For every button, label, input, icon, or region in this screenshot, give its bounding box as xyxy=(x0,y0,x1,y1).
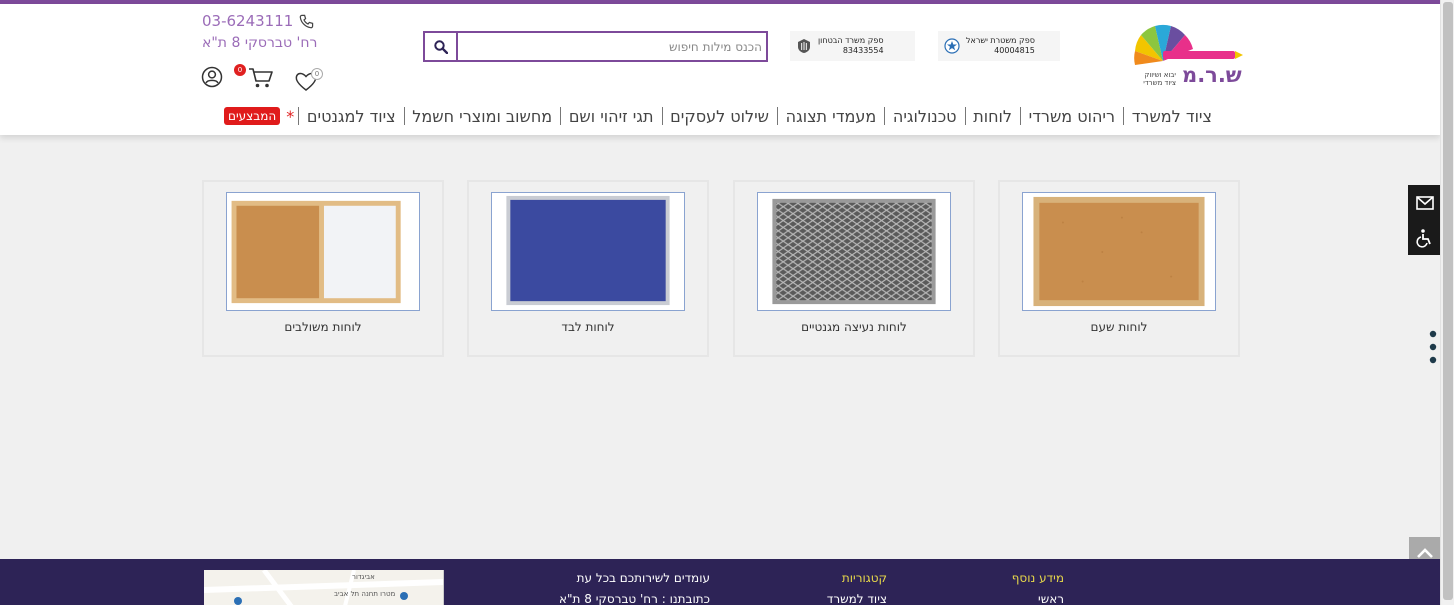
nav-item-business-signage[interactable]: שילוט לעסקים xyxy=(662,107,777,126)
cart-count-badge: 0 xyxy=(234,64,246,76)
product-card[interactable]: לוחות נעיצה מגנטיים xyxy=(733,180,975,357)
nav-item-magnet-supplies[interactable]: ציוד למגנטים xyxy=(299,107,404,126)
accessibility-button[interactable] xyxy=(1408,220,1441,255)
nav-item-promotions[interactable]: המבצעים xyxy=(224,107,281,125)
product-card[interactable]: לוחות לבד xyxy=(467,180,709,357)
shopping-cart-icon[interactable] xyxy=(248,66,274,90)
page-scrollbar[interactable] xyxy=(1440,0,1454,605)
product-label[interactable]: לוחות משולבים xyxy=(204,320,442,334)
location-map[interactable]: אביגדור מטרו תחנה תל אביב xyxy=(204,570,444,605)
phone-contact[interactable]: 03-6243111 xyxy=(202,12,314,30)
magnetic-mesh-board-image[interactable] xyxy=(757,192,951,311)
wheelchair-icon xyxy=(1415,228,1431,248)
phone-icon xyxy=(299,14,314,28)
supplier-badge-police: ספק משטרת ישראל 40004815 xyxy=(938,31,1060,61)
supplier-defense-number: 83433554 xyxy=(842,46,884,55)
map-image xyxy=(204,570,443,605)
contact-email-button[interactable] xyxy=(1408,185,1441,220)
section-nav-dots[interactable] xyxy=(1429,330,1437,366)
logo-text: ש.ר.מ xyxy=(1182,63,1242,87)
phone-number[interactable]: 03-6243111 xyxy=(202,12,293,30)
product-label[interactable]: לוחות נעיצה מגנטיים xyxy=(735,320,973,334)
search-button[interactable] xyxy=(425,33,458,60)
search-form xyxy=(423,31,768,62)
felt-board-image[interactable] xyxy=(491,192,685,311)
map-street-label: אביגדור xyxy=(352,573,375,581)
scrollbar-thumb[interactable] xyxy=(1443,2,1453,600)
supplier-police-title: ספק משטרת ישראל xyxy=(966,36,1035,45)
main-navigation: ציוד למשרד ריהוט משרדי לוחות טכנולוגיה מ… xyxy=(220,100,1220,132)
logo-tagline: יבוא ושיווק ציוד משרדי xyxy=(1143,71,1176,87)
product-label[interactable]: לוחות שעם xyxy=(1000,320,1238,334)
nav-item-boards[interactable]: לוחות xyxy=(965,107,1020,126)
nav-star-marker: * xyxy=(286,106,295,126)
footer-more-info-title: מידע נוסף xyxy=(1011,571,1064,585)
chevron-up-icon xyxy=(1417,548,1433,558)
nav-item-name-tags[interactable]: תגי זיהוי ושם xyxy=(561,107,662,126)
search-input[interactable] xyxy=(460,33,766,60)
nav-item-display-stands[interactable]: מעמדי תצוגה xyxy=(778,107,885,126)
supplier-police-number: 40004815 xyxy=(994,46,1035,55)
product-grid: לוחות שעם לוחות נעיצה מגנטיים לוחות לבד xyxy=(202,180,1240,357)
search-icon xyxy=(433,39,448,54)
combo-board-image[interactable] xyxy=(226,192,420,311)
envelope-icon xyxy=(1415,195,1434,210)
police-badge-icon xyxy=(944,38,960,54)
product-label[interactable]: לוחות לבד xyxy=(469,320,707,334)
supplier-badge-defense: ספק משרד הבטחון 83433554 xyxy=(790,31,915,61)
nav-item-computing-electrical[interactable]: מחשוב ומוצרי חשמל xyxy=(404,107,560,126)
product-card[interactable]: לוחות משולבים xyxy=(202,180,444,357)
defense-emblem-icon xyxy=(798,39,810,53)
footer-service-line: עומדים לשירותכם בכל עת xyxy=(576,571,710,585)
site-footer: אביגדור מטרו תחנה תל אביב עומדים לשירותכ… xyxy=(0,559,1440,605)
cork-board-image[interactable] xyxy=(1022,192,1216,311)
site-header: יבוא ושיווק ציוד משרדי ש.ר.מ ספק משטרת י… xyxy=(0,4,1440,135)
footer-categories-title: קטגוריות xyxy=(841,571,887,585)
nav-item-office-supplies[interactable]: ציוד למשרד xyxy=(1124,107,1220,126)
user-account-icon[interactable] xyxy=(201,66,223,88)
nav-item-technology[interactable]: טכנולוגיה xyxy=(885,107,965,126)
supplier-defense-title: ספק משרד הבטחון xyxy=(818,36,884,45)
nav-item-office-furniture[interactable]: ריהוט משרדי xyxy=(1021,107,1123,126)
wishlist-count-badge: 0 xyxy=(311,68,323,80)
footer-address-line: כתובתנו : רח' טברסקי 8 ת"א xyxy=(559,592,710,605)
footer-home-link[interactable]: ראשי xyxy=(980,592,1064,605)
map-station-label: מטרו תחנה תל אביב xyxy=(334,590,396,598)
footer-category-link[interactable]: ציוד למשרד xyxy=(800,592,887,605)
store-address: רח' טברסקי 8 ת"א xyxy=(202,35,318,51)
product-card[interactable]: לוחות שעם xyxy=(998,180,1240,357)
